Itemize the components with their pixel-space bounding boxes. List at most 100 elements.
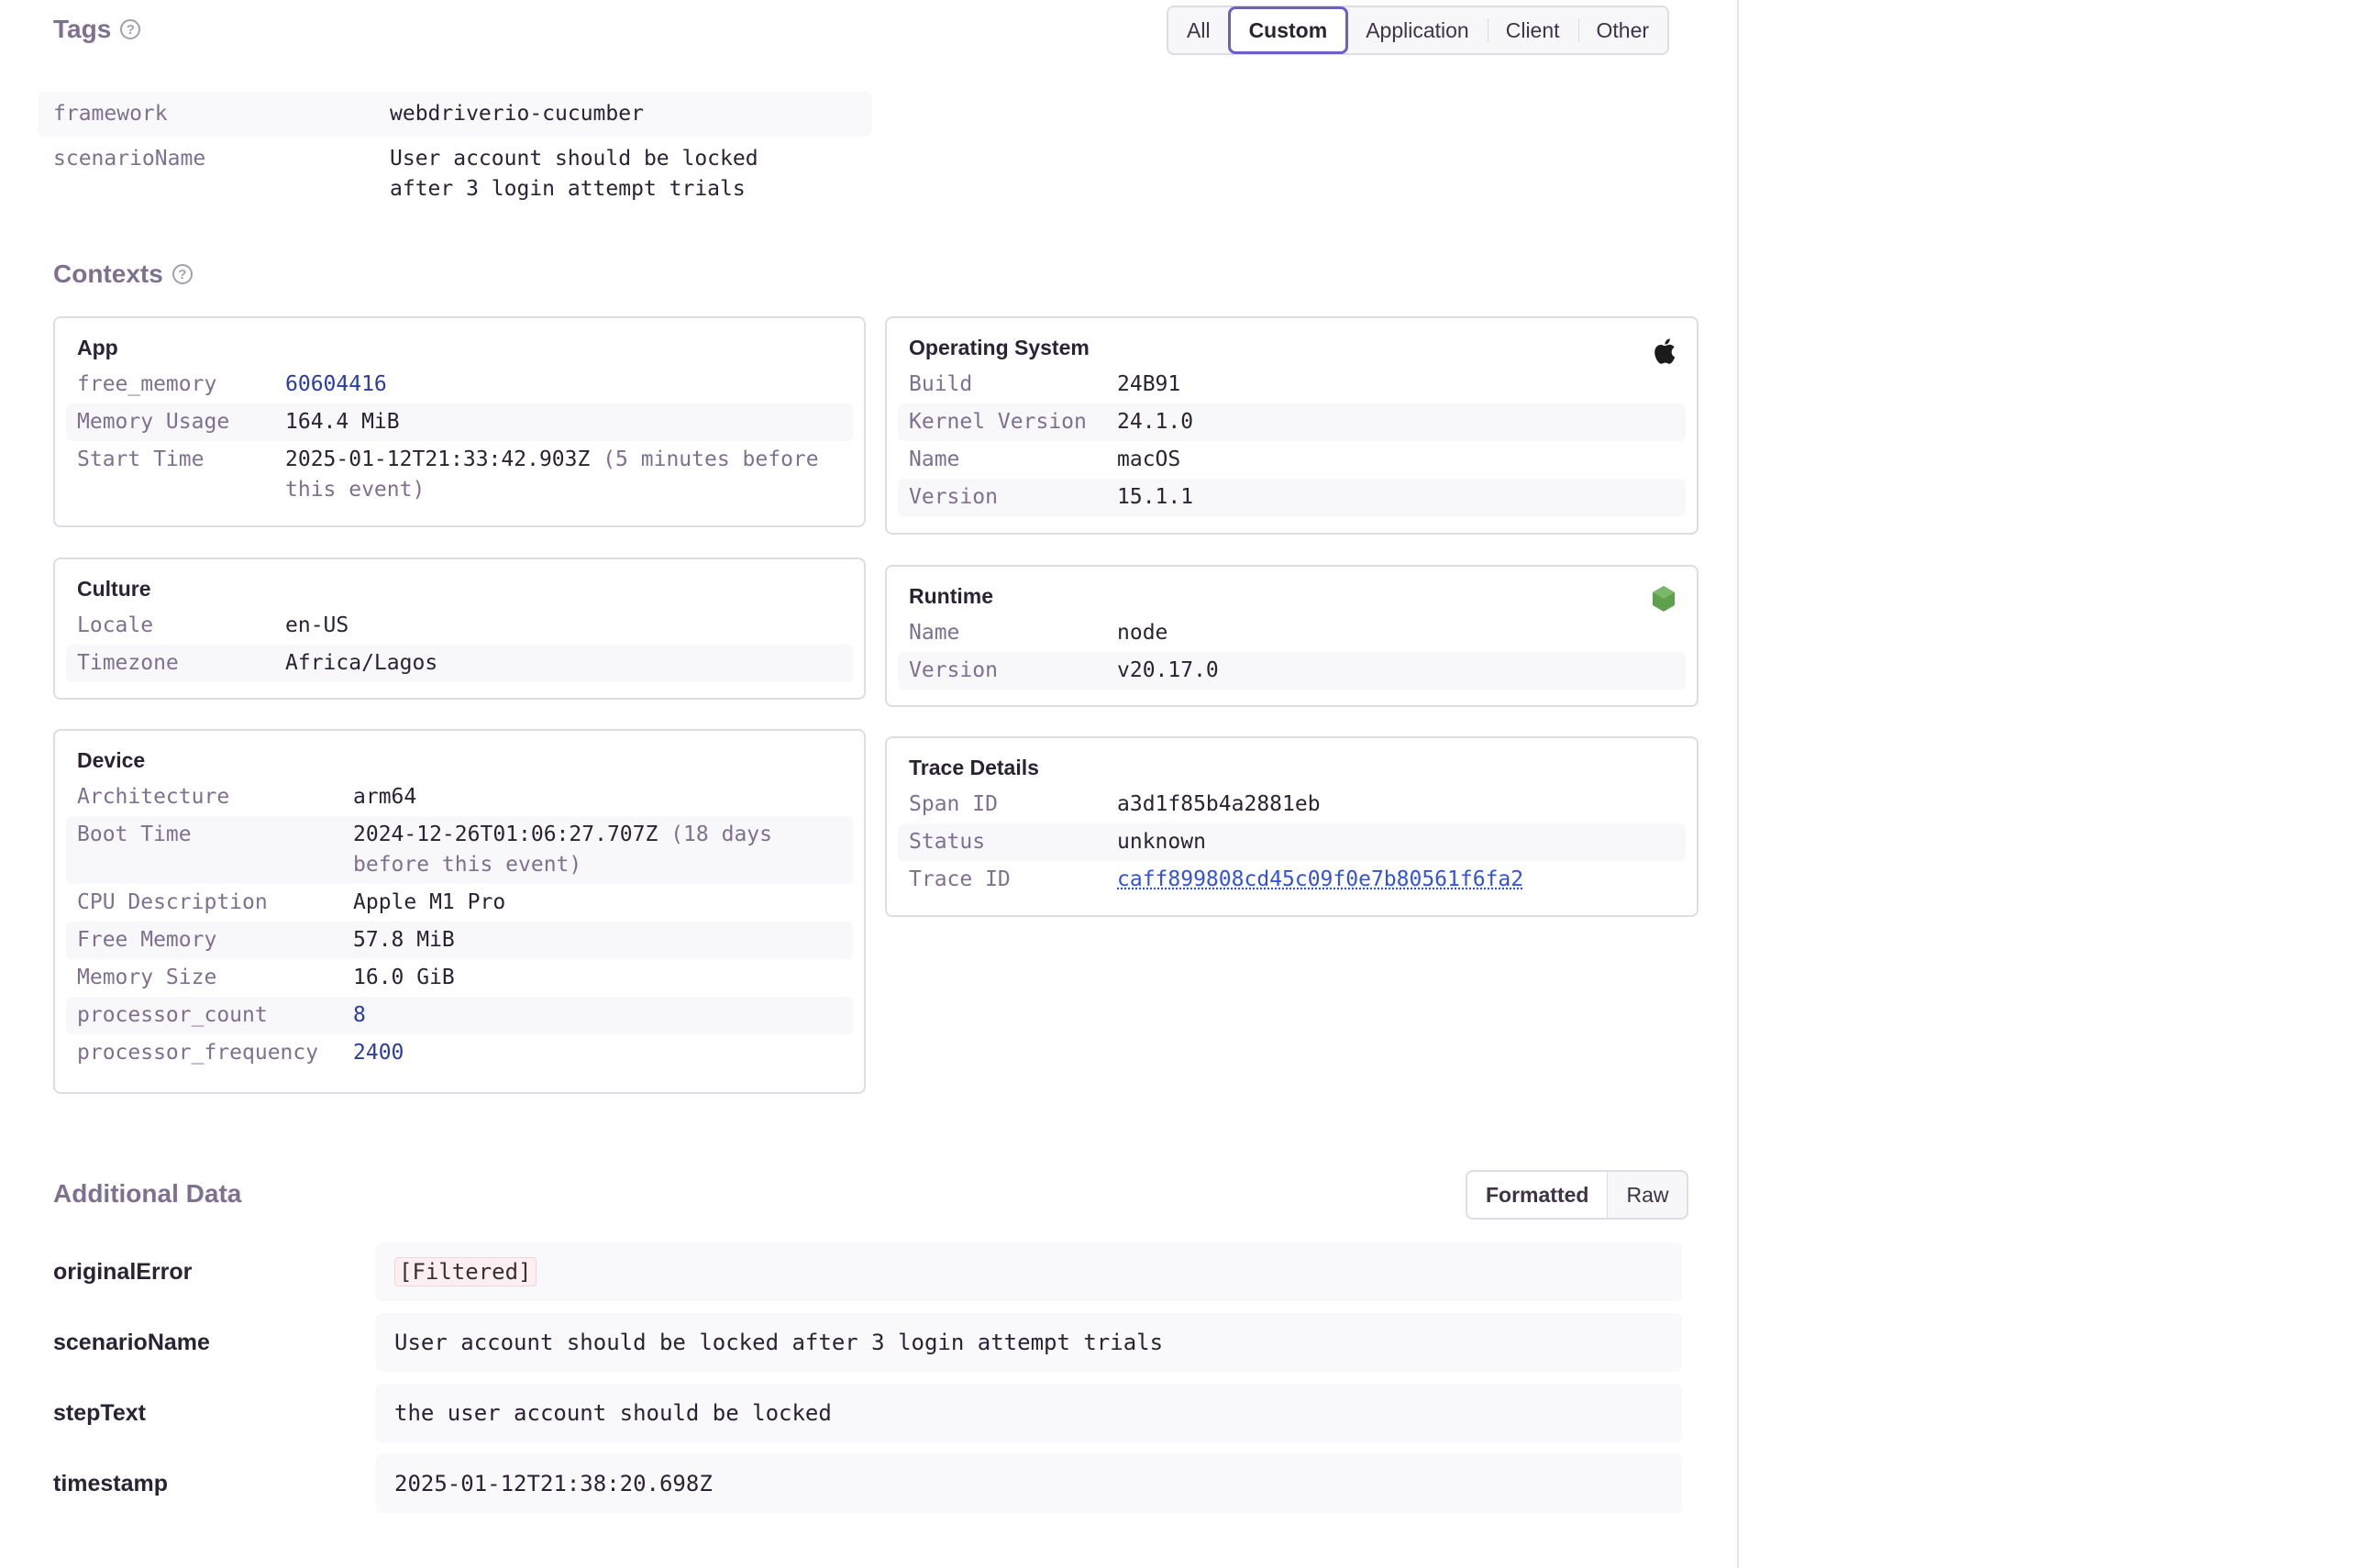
additional-data-row: originalError [Filtered] — [53, 1242, 1682, 1301]
context-value: 24.1.0 — [1117, 410, 1194, 434]
context-row: Boot Time 2024-12-26T01:06:27.707Z (18 d… — [66, 816, 853, 884]
context-key: CPU Description — [77, 890, 268, 914]
tag-filter-other[interactable]: Other — [1577, 7, 1668, 53]
context-value: en-US — [285, 613, 349, 637]
context-value: v20.17.0 — [1117, 658, 1219, 682]
context-row: Version v20.17.0 — [898, 652, 1686, 690]
os-context-card: Operating System Build 24B91 Kernel Vers… — [885, 316, 1699, 535]
context-row: Status unknown — [898, 823, 1686, 861]
data-value: the user account should be locked — [376, 1384, 1682, 1442]
tags-title: Tags — [53, 15, 112, 43]
context-key: Version — [909, 485, 998, 509]
context-key: Name — [909, 447, 960, 471]
tag-row[interactable]: framework webdriverio-cucumber — [39, 92, 871, 137]
context-value: 15.1.1 — [1117, 485, 1194, 509]
contexts-header: Contexts ? — [53, 259, 193, 289]
context-row: Version 15.1.1 — [898, 479, 1686, 516]
trace-id-link[interactable]: caff899808cd45c09f0e7b80561f6fa2 — [1117, 865, 1523, 895]
context-value: 2400 — [353, 1041, 404, 1065]
data-key: stepText — [53, 1399, 146, 1426]
context-row: Span ID a3d1f85b4a2881eb — [898, 786, 1686, 823]
context-key: Version — [909, 658, 998, 682]
card-title: Runtime — [909, 584, 993, 608]
context-key: Start Time — [77, 447, 205, 471]
context-key: Boot Time — [77, 823, 192, 846]
tag-key: framework — [53, 102, 168, 126]
boot-time-value: 2024-12-26T01:06:27.707Z — [353, 823, 658, 846]
tags-header: Tags ? — [53, 15, 141, 44]
data-value: [Filtered] — [376, 1242, 1682, 1301]
context-row: Free Memory 57.8 MiB — [66, 922, 853, 959]
context-row: Memory Size 16.0 GiB — [66, 959, 853, 997]
additional-data-row: scenarioName User account should be lock… — [53, 1313, 1682, 1372]
culture-context-card: Culture Locale en-US Timezone Africa/Lag… — [53, 558, 866, 700]
tag-filter-segmented-control: All Custom Application Client Other — [1167, 6, 1670, 55]
data-value: 2025-01-12T21:38:20.698Z — [376, 1454, 1682, 1513]
start-time-value: 2025-01-12T21:33:42.903Z — [285, 447, 591, 471]
context-value: 57.8 MiB — [353, 928, 455, 952]
context-value: unknown — [1117, 830, 1206, 854]
context-row: Name node — [898, 614, 1686, 652]
card-title: Operating System — [909, 336, 1090, 359]
tag-filter-application[interactable]: Application — [1347, 7, 1488, 53]
device-context-card: Device Architecture arm64 Boot Time 2024… — [53, 729, 866, 1094]
additional-data-header: Additional Data — [53, 1179, 241, 1209]
nodejs-icon — [1651, 585, 1676, 617]
additional-data-row: stepText the user account should be lock… — [53, 1384, 1682, 1442]
tag-filter-all[interactable]: All — [1168, 7, 1229, 53]
context-key: Memory Usage — [77, 410, 230, 434]
data-key: scenarioName — [53, 1329, 210, 1355]
context-row: Name macOS — [898, 441, 1686, 479]
view-mode-segmented-control: Formatted Raw — [1466, 1170, 1689, 1220]
context-row: Locale en-US — [66, 607, 853, 645]
tag-filter-client[interactable]: Client — [1487, 7, 1578, 53]
event-details-panel: Tags ? All Custom Application Client Oth… — [0, 0, 1737, 1568]
card-title: Culture — [77, 577, 151, 601]
context-value: 8 — [353, 1003, 366, 1027]
app-context-card: App free_memory 60604416 Memory Usage 16… — [53, 316, 866, 527]
context-key: Architecture — [77, 785, 230, 809]
tag-value: User account should be locked after 3 lo… — [390, 147, 758, 201]
context-value: 24B91 — [1117, 372, 1181, 396]
context-key: Memory Size — [77, 966, 217, 989]
formatted-view-button[interactable]: Formatted — [1467, 1172, 1609, 1218]
context-value: 60604416 — [285, 372, 387, 396]
tag-filter-custom[interactable]: Custom — [1227, 6, 1349, 54]
context-value: node — [1117, 621, 1168, 645]
context-key: Timezone — [77, 651, 179, 675]
help-icon[interactable]: ? — [172, 264, 193, 284]
tag-value: webdriverio-cucumber — [390, 102, 644, 126]
context-value: Africa/Lagos — [285, 651, 438, 675]
context-row: Start Time 2025-01-12T21:33:42.903Z (5 m… — [66, 441, 853, 509]
context-row: free_memory 60604416 — [66, 366, 853, 403]
contexts-title: Contexts — [53, 259, 163, 288]
help-icon[interactable]: ? — [120, 19, 141, 39]
context-value: 164.4 MiB — [285, 410, 400, 434]
filtered-badge: [Filtered] — [394, 1257, 537, 1286]
context-value: arm64 — [353, 785, 417, 809]
context-value: 16.0 GiB — [353, 966, 455, 989]
context-row: Memory Usage 164.4 MiB — [66, 403, 853, 441]
context-key: free_memory — [77, 372, 217, 396]
data-value: User account should be locked after 3 lo… — [376, 1313, 1682, 1372]
context-row: Timezone Africa/Lagos — [66, 645, 853, 682]
trace-context-card: Trace Details Span ID a3d1f85b4a2881eb S… — [885, 736, 1699, 917]
tag-row[interactable]: scenarioName User account should be lock… — [39, 137, 871, 212]
context-value: macOS — [1117, 447, 1181, 471]
context-key: Kernel Version — [909, 410, 1087, 434]
context-key: Locale — [77, 613, 154, 637]
card-title: Device — [77, 748, 146, 772]
tag-key: scenarioName — [53, 147, 206, 171]
context-value: 2024-12-26T01:06:27.707Z (18 days before… — [353, 820, 830, 880]
card-title: App — [77, 336, 118, 359]
runtime-context-card: Runtime Name node Version v20.17.0 — [885, 565, 1699, 707]
tags-table: framework webdriverio-cucumber scenarioN… — [39, 92, 871, 212]
context-key: Build — [909, 372, 973, 396]
context-key: Free Memory — [77, 928, 217, 952]
context-key: processor_count — [77, 1003, 268, 1027]
additional-data-title: Additional Data — [53, 1179, 242, 1208]
context-row: Trace ID caff899808cd45c09f0e7b80561f6fa… — [898, 861, 1686, 899]
card-title: Trace Details — [909, 756, 1039, 779]
raw-view-button[interactable]: Raw — [1608, 1172, 1687, 1218]
context-row: Kernel Version 24.1.0 — [898, 403, 1686, 441]
